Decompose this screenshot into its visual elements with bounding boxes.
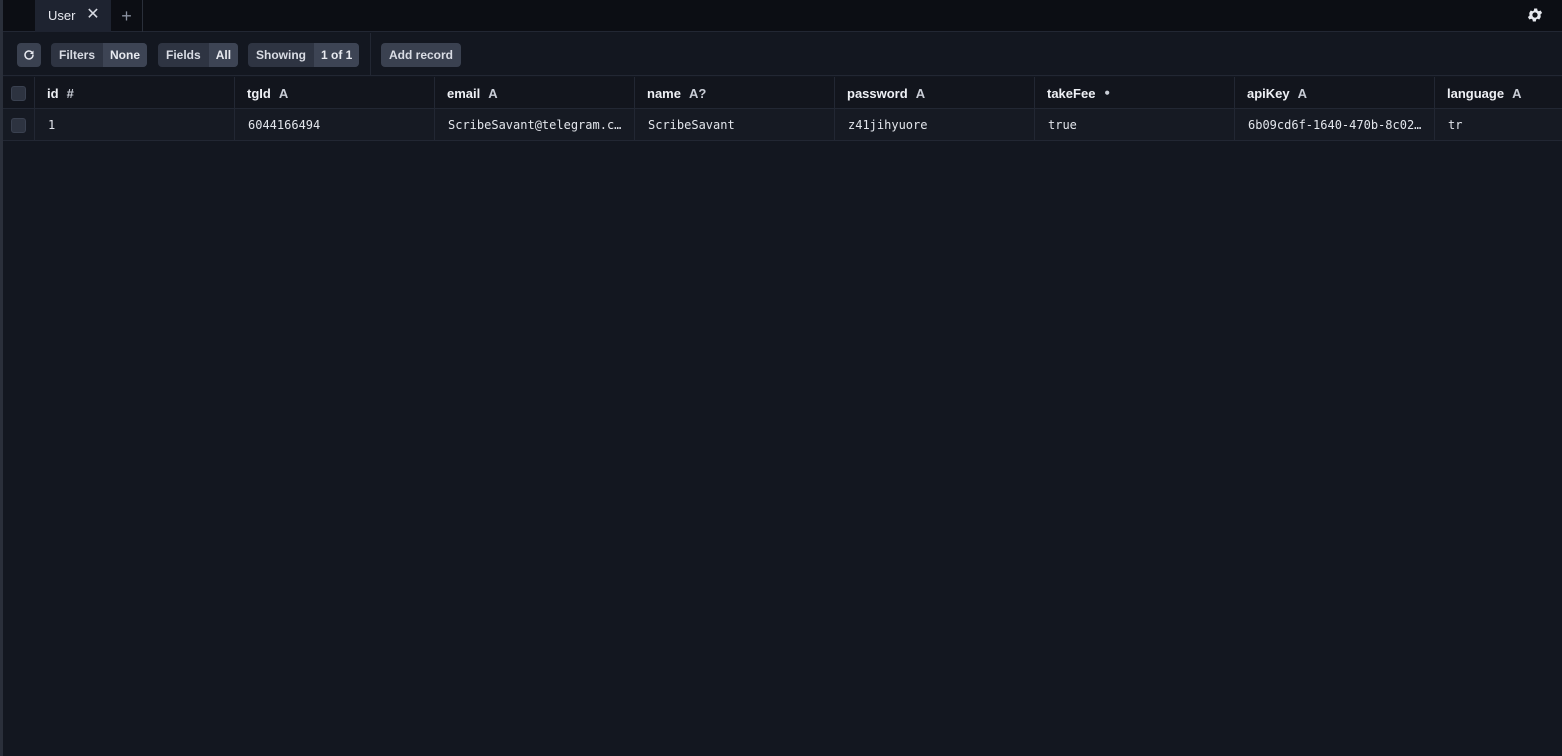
column-header-tgid[interactable]: tgId A xyxy=(235,77,435,109)
plus-icon: + xyxy=(121,5,132,26)
column-name: language xyxy=(1447,85,1505,101)
column-type: A xyxy=(915,85,926,101)
row-checkbox[interactable] xyxy=(11,117,26,133)
cell-email[interactable]: ScribeSavant@telegram.c… xyxy=(435,109,635,141)
column-type: # xyxy=(66,85,74,101)
data-grid: id # tgId A email A name A? password A takeFe… xyxy=(3,77,1562,141)
gear-icon[interactable] xyxy=(1526,6,1544,24)
column-name: id xyxy=(47,85,59,101)
filters-button[interactable]: Filters None xyxy=(51,43,148,67)
column-header-email[interactable]: email A xyxy=(435,77,635,109)
cell-name[interactable]: ScribeSavant xyxy=(635,109,835,141)
fields-label: Fields xyxy=(166,48,201,62)
column-type: A xyxy=(1512,85,1522,101)
row-select-cell xyxy=(3,109,35,141)
cell-id[interactable]: 1 xyxy=(35,109,235,141)
column-type: A xyxy=(488,85,498,101)
add-record-label: Add record xyxy=(389,48,454,62)
toggle-icon: ⚫ xyxy=(1103,87,1111,98)
cell-takefee[interactable]: true xyxy=(1035,109,1235,141)
close-icon[interactable]: ✕ xyxy=(85,7,101,23)
column-name: tgId xyxy=(247,85,271,101)
cell-apikey[interactable]: 6b09cd6f-1640-470b-8c02… xyxy=(1235,109,1435,141)
showing-button[interactable]: Showing 1 of 1 xyxy=(248,43,360,67)
add-tab-button[interactable]: + xyxy=(111,0,143,32)
column-name: password xyxy=(847,85,908,101)
cell-language[interactable]: tr xyxy=(1435,109,1562,141)
toolbar: Filters None Fields All Showing 1 of 1 A… xyxy=(3,33,1562,76)
column-type: A xyxy=(278,85,289,101)
column-name: email xyxy=(447,85,481,101)
filters-label: Filters xyxy=(59,48,96,62)
select-all-checkbox[interactable] xyxy=(11,85,26,101)
showing-label: Showing xyxy=(256,48,306,62)
app-window: User ✕ + Filters None Fields All Showing… xyxy=(0,0,1562,756)
add-record-button[interactable]: Add record xyxy=(381,43,462,67)
column-header-name[interactable]: name A? xyxy=(635,77,835,109)
tab-user[interactable]: User ✕ xyxy=(35,0,111,32)
column-header-apikey[interactable]: apiKey A xyxy=(1235,77,1435,109)
fields-button[interactable]: Fields All xyxy=(158,43,239,67)
cell-tgid[interactable]: 6044166494 xyxy=(235,109,435,141)
column-header-password[interactable]: password A xyxy=(835,77,1035,109)
column-header-takefee[interactable]: takeFee ⚫ xyxy=(1035,77,1235,109)
table-row[interactable]: 1 6044166494 ScribeSavant@telegram.c… Sc… xyxy=(3,109,1562,141)
column-name: apiKey xyxy=(1247,85,1290,101)
cell-password[interactable]: z41jihyuore xyxy=(835,109,1035,141)
refresh-icon xyxy=(24,50,34,60)
select-all-cell xyxy=(3,77,35,109)
column-name: takeFee xyxy=(1047,85,1096,101)
tab-bar: User ✕ + xyxy=(3,0,1562,32)
toolbar-divider xyxy=(370,33,371,76)
showing-value: 1 of 1 xyxy=(314,43,360,67)
header-row: id # tgId A email A name A? password A takeFe… xyxy=(3,77,1562,109)
column-type: A xyxy=(1297,85,1308,101)
filters-value: None xyxy=(103,43,148,67)
column-header-id[interactable]: id # xyxy=(35,77,235,109)
column-type: A? xyxy=(688,85,707,101)
tab-label: User xyxy=(48,8,76,23)
refresh-button[interactable] xyxy=(17,43,41,67)
column-name: name xyxy=(647,85,681,101)
column-header-language[interactable]: language A xyxy=(1435,77,1562,109)
fields-value: All xyxy=(208,43,239,67)
